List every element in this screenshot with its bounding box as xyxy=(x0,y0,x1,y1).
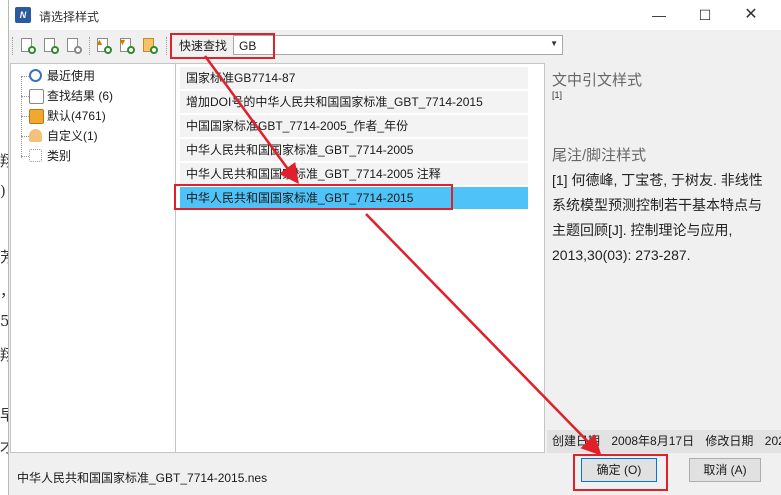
date-info-bar: 创建日期 2008年8月17日 修改日期 2020 xyxy=(547,430,781,453)
window-title: 请选择样式 xyxy=(39,10,100,24)
new-style-icon[interactable] xyxy=(19,37,37,55)
quick-search-input[interactable]: GB ▼ xyxy=(233,35,563,55)
tree-item-label: 默认(4761) xyxy=(47,109,106,123)
tree-guide-line xyxy=(21,96,29,97)
search-results-icon xyxy=(29,89,44,104)
tree-guide-line xyxy=(21,136,29,137)
style-settings-icon[interactable] xyxy=(141,37,159,55)
delete-style-icon[interactable] xyxy=(65,37,83,55)
modified-label: 修改日期 xyxy=(705,434,754,448)
title-bar[interactable]: N 请选择样式 — ☐ ✕ xyxy=(9,0,781,30)
toolbar-separator xyxy=(166,37,169,55)
clock-icon xyxy=(29,69,42,82)
list-item[interactable]: 国家标准GB7714-87 xyxy=(180,67,528,89)
list-item[interactable]: 中华人民共和国国家标准_GBT_7714-2005 xyxy=(180,139,528,161)
chevron-down-icon[interactable]: ▼ xyxy=(550,39,558,48)
tree-guide-line xyxy=(21,156,29,157)
toolbar-grip xyxy=(12,37,15,55)
tree-item-label: 查找结果 (6) xyxy=(47,89,114,103)
tree-item-label: 自定义(1) xyxy=(47,129,98,143)
quick-search-label: 快速查找 xyxy=(179,39,228,53)
intext-style-sample: [1] xyxy=(552,90,563,100)
import-style-icon[interactable]: ▲ xyxy=(95,37,113,55)
modified-value: 2020 xyxy=(764,434,781,448)
intext-style-title: 文中引文样式 xyxy=(552,72,643,89)
footnote-style-sample: [1] 何德峰, 丁宝苍, 于树友. 非线性系统模型预测控制若干基本特点与主题回… xyxy=(552,172,763,263)
style-preview: 文中引文样式 [1] 尾注/脚注样式 [1] 何德峰, 丁宝苍, 于树友. 非线… xyxy=(547,63,781,453)
quick-search-value: GB xyxy=(239,39,257,53)
tree-item-label: 类别 xyxy=(47,149,72,163)
cancel-button[interactable]: 取消 (A) xyxy=(689,458,761,482)
list-item-selected[interactable]: 中华人民共和国国家标准_GBT_7714-2015 xyxy=(180,187,528,209)
tree-guide-line xyxy=(21,76,23,158)
tree-item-label: 最近使用 xyxy=(47,69,96,83)
ok-button[interactable]: 确定 (O) xyxy=(581,458,657,482)
footnote-style-title: 尾注/脚注样式 xyxy=(552,147,647,164)
export-style-icon[interactable]: ▼ xyxy=(118,37,136,55)
created-value: 2008年8月17日 xyxy=(611,434,695,448)
app-icon: N xyxy=(15,7,31,23)
style-list[interactable]: 国家标准GB7714-87 增加DOI号的中华人民共和国国家标准_GBT_771… xyxy=(175,63,545,453)
minimize-button[interactable]: — xyxy=(636,0,682,30)
category-icon xyxy=(29,149,42,162)
selected-filename: 中华人民共和国国家标准_GBT_7714-2015.nes xyxy=(17,471,268,485)
user-icon xyxy=(29,129,42,142)
list-item[interactable]: 中华人民共和国国家标准_GBT_7714-2005 注释 xyxy=(180,163,528,185)
list-item[interactable]: 中国国家标准GBT_7714-2005_作者_年份 xyxy=(180,115,528,137)
background-text: ) xyxy=(0,182,6,200)
close-button[interactable]: ✕ xyxy=(728,0,774,30)
tree-guide-line xyxy=(21,76,29,77)
edit-style-icon[interactable] xyxy=(42,37,60,55)
book-icon xyxy=(29,109,44,124)
list-item[interactable]: 增加DOI号的中华人民共和国国家标准_GBT_7714-2015 xyxy=(180,91,528,113)
style-dialog: N 请选择样式 — ☐ ✕ ▲ ▼ 快速查找 GB ▼ 最近使用 查找结果 (6 xyxy=(8,0,781,495)
tree-guide-line xyxy=(21,116,29,117)
toolbar-separator xyxy=(89,37,92,55)
category-tree[interactable]: 最近使用 查找结果 (6) 默认(4761) 自定义(1) 类别 xyxy=(10,63,177,453)
created-label: 创建日期 xyxy=(552,434,601,448)
maximize-button[interactable]: ☐ xyxy=(682,0,728,30)
